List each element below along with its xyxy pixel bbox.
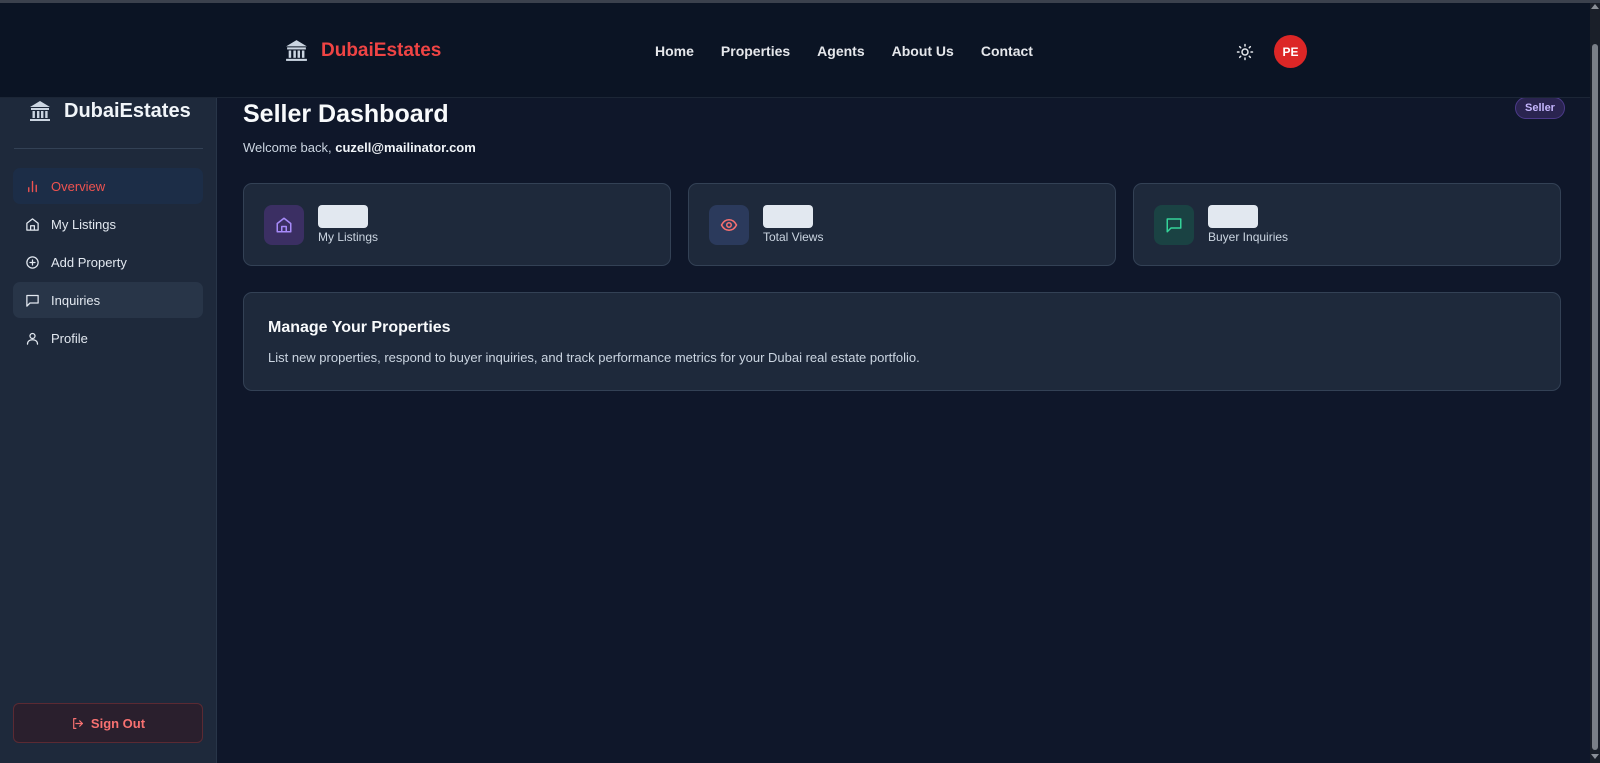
welcome-message: Welcome back, cuzell@mailinator.com <box>243 140 476 155</box>
nav-link-agents[interactable]: Agents <box>817 43 864 59</box>
sidebar-item-add-property[interactable]: Add Property <box>13 244 203 280</box>
sidebar-item-label: Overview <box>51 178 106 194</box>
nav-link-home[interactable]: Home <box>655 43 694 59</box>
sidebar-item-label: Add Property <box>51 254 127 270</box>
sidebar-item-label: My Listings <box>51 216 117 232</box>
bank-icon <box>30 101 50 121</box>
sidebar-item-label: Inquiries <box>51 292 101 308</box>
home-icon <box>276 217 292 233</box>
sign-out-button[interactable]: Sign Out <box>13 703 203 743</box>
page-title: Seller Dashboard <box>243 100 449 128</box>
stat-icon-box <box>1154 205 1194 245</box>
sun-icon[interactable] <box>1236 43 1254 61</box>
sidebar-item-inquiries[interactable]: Inquiries <box>13 282 203 318</box>
stat-card-my-listings: My Listings <box>243 183 671 266</box>
sidebar-item-my-listings[interactable]: My Listings <box>13 206 203 242</box>
sidebar-item-overview[interactable]: Overview <box>13 168 203 204</box>
message-square-icon <box>26 294 39 307</box>
header-brand[interactable]: DubaiEstates <box>284 38 441 63</box>
stat-value <box>318 205 368 228</box>
nav-link-properties[interactable]: Properties <box>721 43 790 59</box>
eye-icon <box>720 218 738 232</box>
stat-label: Total Views <box>763 230 824 244</box>
home-icon <box>26 217 39 231</box>
sidebar-item-label: Profile <box>51 330 88 346</box>
user-email: cuzell@mailinator.com <box>335 140 476 155</box>
manage-description: List new properties, respond to buyer in… <box>268 350 920 365</box>
sidebar-nav: Overview My Listings Add Property Inquir… <box>13 168 203 358</box>
role-badge: Seller <box>1515 97 1565 119</box>
log-out-icon <box>73 717 83 729</box>
scrollbar[interactable] <box>1590 0 1600 763</box>
manage-title: Manage Your Properties <box>268 319 451 336</box>
stat-icon-box <box>264 205 304 245</box>
plus-circle-icon <box>26 255 39 269</box>
sidebar-brand[interactable]: DubaiEstates <box>28 96 191 126</box>
scroll-down-arrow[interactable] <box>1591 754 1599 759</box>
stat-label: Buyer Inquiries <box>1208 230 1289 244</box>
stat-icon-box <box>709 205 749 245</box>
sidebar-item-profile[interactable]: Profile <box>13 320 203 356</box>
sign-out-label: Sign Out <box>90 715 146 731</box>
stat-label: My Listings <box>318 230 379 244</box>
message-square-icon <box>1166 218 1182 233</box>
stat-value <box>763 205 813 228</box>
nav-link-about-us[interactable]: About Us <box>892 43 954 59</box>
bank-icon <box>286 40 307 61</box>
nav-link-contact[interactable]: Contact <box>981 43 1033 59</box>
stat-value <box>1208 205 1258 228</box>
user-avatar[interactable]: PE <box>1274 35 1307 68</box>
bar-chart-icon <box>28 180 37 192</box>
scrollbar-thumb[interactable] <box>1592 44 1598 750</box>
stat-card-buyer-inquiries: Buyer Inquiries <box>1133 183 1561 266</box>
header-brand-name: DubaiEstates <box>321 39 442 61</box>
sidebar-divider <box>14 148 203 149</box>
welcome-prefix: Welcome back, <box>243 140 336 155</box>
top-nav: Home Properties Agents About Us Contact <box>655 43 1060 59</box>
top-header: DubaiEstates Home Properties Agents Abou… <box>0 3 1590 98</box>
stat-card-total-views: Total Views <box>688 183 1116 266</box>
window-top-edge <box>0 0 1600 3</box>
sidebar-brand-name: DubaiEstates <box>64 99 191 122</box>
user-icon <box>26 332 39 345</box>
sidebar: DubaiEstates Overview My Listings Add Pr… <box>0 0 217 763</box>
scroll-up-arrow[interactable] <box>1591 4 1599 9</box>
manage-properties-card: Manage Your Properties List new properti… <box>243 292 1561 391</box>
